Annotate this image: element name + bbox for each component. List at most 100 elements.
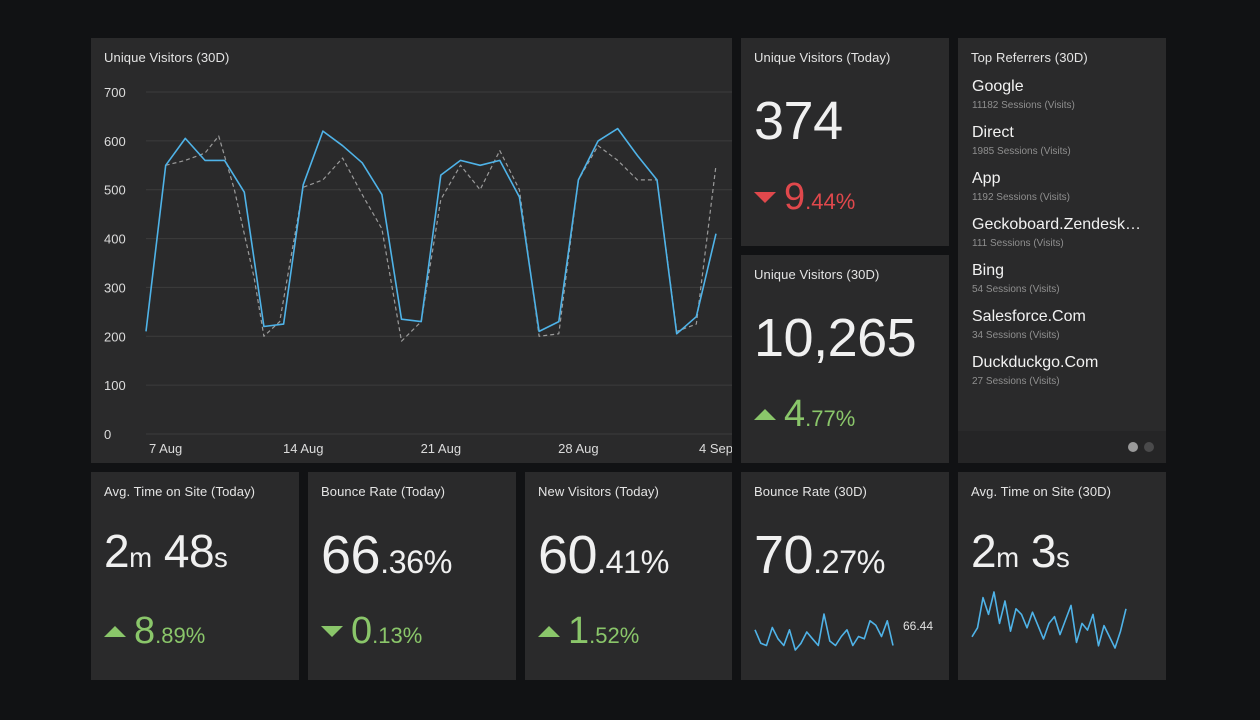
widget-title: Unique Visitors (30D) — [754, 267, 880, 282]
metric-main: 70 — [754, 525, 814, 585]
current-series-line — [145, 127, 717, 335]
y-tick-label: 200 — [104, 329, 126, 344]
seconds-unit: s — [1055, 542, 1070, 573]
delta-sub: .77% — [805, 406, 856, 431]
pagination-footer — [958, 431, 1166, 463]
referrer-sessions: 54 Sessions (Visits) — [972, 284, 1060, 295]
widget-title: Top Referrers (30D) — [971, 50, 1088, 65]
y-tick-label: 400 — [104, 232, 126, 247]
widget-title: Unique Visitors (Today) — [754, 50, 891, 65]
delta-sub: .89% — [155, 623, 206, 648]
metric-delta: 8 .89% — [104, 610, 205, 653]
referrer-item: Direct 1985 Sessions (Visits) — [972, 124, 1156, 170]
delta-main: 0 — [351, 610, 373, 652]
referrer-sessions: 34 Sessions (Visits) — [972, 330, 1060, 341]
metric-value-text: 374 — [754, 91, 843, 151]
triangle-up-icon — [104, 626, 126, 637]
referrer-name: Duckduckgo.Com — [972, 354, 1099, 371]
referrer-sessions: 1985 Sessions (Visits) — [972, 146, 1071, 157]
metric-delta: 9 .44% — [754, 176, 855, 219]
widget-title: Avg. Time on Site (Today) — [104, 484, 256, 499]
line-chart: 0 100 200 300 400 500 600 700 7 Aug 14 Aug 21 Aug 2… — [104, 85, 732, 456]
metric-value: 70.27% — [754, 524, 885, 586]
avg-time-on-site-30d-widget: Avg. Time on Site (30D) 2m 3s — [958, 472, 1166, 680]
bounce-rate-30d-widget: Bounce Rate (30D) 70.27% 66.44 — [741, 472, 949, 680]
referrer-name: App — [972, 170, 1001, 187]
referrer-name: Geckoboard.Zendesk… — [972, 216, 1141, 233]
referrer-sessions: 27 Sessions (Visits) — [972, 376, 1060, 387]
referrer-list: Google 11182 Sessions (Visits) Direct 19… — [972, 78, 1156, 400]
referrer-sessions: 1192 Sessions (Visits) — [972, 192, 1071, 203]
referrer-sessions: 111 Sessions (Visits) — [972, 238, 1064, 249]
metric-sub: .41% — [597, 544, 669, 580]
referrer-item: Google 11182 Sessions (Visits) — [972, 78, 1156, 124]
delta-main: 1 — [568, 610, 590, 652]
widget-title: Avg. Time on Site (30D) — [971, 484, 1112, 499]
metric-value: 2m 48s — [104, 524, 228, 578]
metric-sub: .27% — [813, 544, 885, 580]
referrer-name: Google — [972, 78, 1024, 95]
referrer-item: App 1192 Sessions (Visits) — [972, 170, 1156, 216]
widget-title: New Visitors (Today) — [538, 484, 659, 499]
sparkline — [754, 613, 894, 651]
metric-value: 60.41% — [538, 524, 669, 586]
referrer-name: Bing — [972, 262, 1005, 279]
referrer-sessions: 11182 Sessions (Visits) — [972, 100, 1075, 111]
triangle-up-icon — [538, 626, 560, 637]
metric-sub: .36% — [380, 544, 452, 580]
referrer-name: Direct — [972, 124, 1014, 141]
metric-delta: 0 .13% — [321, 610, 422, 653]
widget-title: Bounce Rate (Today) — [321, 484, 446, 499]
page-dot[interactable] — [1144, 442, 1154, 452]
sparkline-path — [754, 613, 894, 651]
referrer-item: Geckoboard.Zendesk… 111 Sessions (Visits… — [972, 216, 1156, 262]
delta-main: 8 — [134, 610, 156, 652]
minutes-value: 2 — [104, 525, 130, 577]
x-tick-label: 28 Aug — [558, 441, 599, 456]
delta-sub: .44% — [805, 189, 856, 214]
delta-main: 4 — [784, 393, 806, 435]
metric-value: 374 — [754, 90, 843, 152]
seconds-value: 3 — [1030, 525, 1057, 577]
new-visitors-today-widget: New Visitors (Today) 60.41% 1 .52% — [525, 472, 732, 680]
referrer-name: Salesforce.Com — [972, 308, 1086, 325]
sparkline-path — [971, 591, 1127, 649]
metric-main: 66 — [321, 525, 381, 585]
metric-delta: 1 .52% — [538, 610, 639, 653]
page-dot-active[interactable] — [1128, 442, 1138, 452]
metric-value: 66.36% — [321, 524, 452, 586]
sparkline-last-value: 66.44 — [903, 619, 934, 633]
y-tick-label: 600 — [104, 134, 126, 149]
top-referrers-widget: Top Referrers (30D) Google 11182 Session… — [958, 38, 1166, 463]
sparkline — [971, 591, 1127, 649]
metric-value: 10,265 — [754, 307, 917, 369]
referrer-item: Duckduckgo.Com 27 Sessions (Visits) — [972, 354, 1156, 400]
referrer-item: Bing 54 Sessions (Visits) — [972, 262, 1156, 308]
unique-visitors-30d-chart-widget: Unique Visitors (30D) 0 100 200 300 400 500 60… — [91, 38, 732, 463]
metric-delta: 4 .77% — [754, 393, 855, 436]
metric-value-text: 10,265 — [754, 308, 917, 368]
triangle-down-icon — [754, 192, 776, 203]
avg-time-on-site-today-widget: Avg. Time on Site (Today) 2m 48s 8 .89% — [91, 472, 299, 680]
y-tick-label: 300 — [104, 280, 126, 295]
minutes-unit: m — [996, 542, 1019, 573]
referrer-item: Salesforce.Com 34 Sessions (Visits) — [972, 308, 1156, 354]
widget-title: Bounce Rate (30D) — [754, 484, 867, 499]
minutes-unit: m — [129, 542, 152, 573]
seconds-unit: s — [214, 542, 228, 573]
x-tick-label: 4 Sep — [699, 441, 732, 456]
delta-main: 9 — [784, 176, 806, 218]
minutes-value: 2 — [971, 525, 997, 577]
x-tick-label: 7 Aug — [149, 441, 182, 456]
y-tick-label: 100 — [104, 378, 126, 393]
x-tick-label: 14 Aug — [283, 441, 324, 456]
unique-visitors-30d-widget: Unique Visitors (30D) 10,265 4 .77% — [741, 255, 949, 463]
delta-sub: .52% — [589, 623, 640, 648]
y-tick-label: 0 — [104, 427, 111, 442]
delta-sub: .13% — [372, 623, 423, 648]
bounce-rate-today-widget: Bounce Rate (Today) 66.36% 0 .13% — [308, 472, 516, 680]
y-tick-label: 700 — [104, 85, 126, 100]
y-tick-label: 500 — [104, 183, 126, 198]
unique-visitors-today-widget: Unique Visitors (Today) 374 9 .44% — [741, 38, 949, 246]
triangle-down-icon — [321, 626, 343, 637]
